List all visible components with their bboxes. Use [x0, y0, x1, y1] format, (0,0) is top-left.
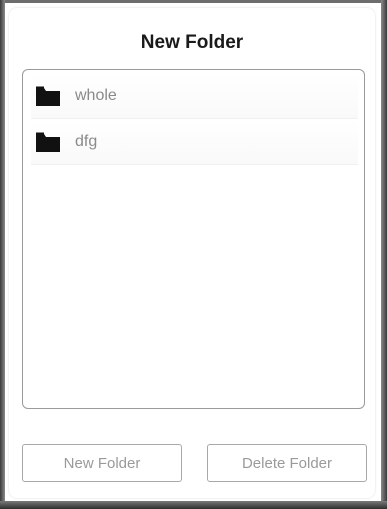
- folder-icon: [35, 131, 61, 153]
- folder-list-item[interactable]: whole: [31, 74, 358, 119]
- device-frame-top: [0, 0, 387, 3]
- folder-list[interactable]: whole dfg: [22, 69, 365, 409]
- dialog-title: New Folder: [140, 32, 244, 53]
- device-frame-right: [381, 0, 387, 509]
- folder-icon: [35, 85, 61, 107]
- new-folder-button[interactable]: New Folder: [22, 444, 182, 482]
- device-frame-left: [0, 0, 5, 509]
- new-folder-dialog: New Folder whole dfg New Folder Delete F…: [9, 8, 375, 498]
- folder-label: dfg: [75, 133, 98, 150]
- folder-list-item[interactable]: dfg: [31, 120, 358, 165]
- folder-label: whole: [75, 87, 117, 104]
- delete-folder-button[interactable]: Delete Folder: [207, 444, 367, 482]
- device-frame-bottom: [0, 501, 387, 509]
- device-screen: New Folder whole dfg New Folder Delete F…: [0, 0, 387, 509]
